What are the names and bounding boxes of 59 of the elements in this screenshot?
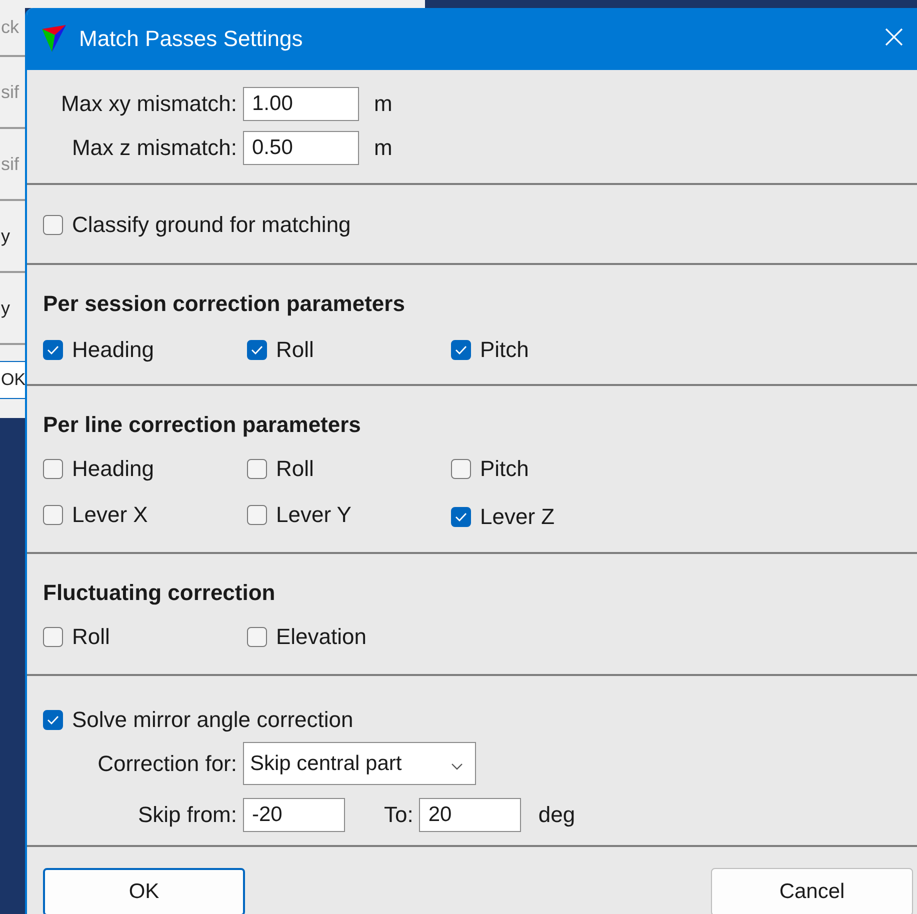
option-label: sif	[1, 82, 19, 102]
checkbox-label: Lever Z	[480, 505, 555, 529]
option-label: y	[1, 226, 10, 246]
checkbox-label: Lever Y	[276, 503, 352, 527]
checkbox[interactable]	[247, 340, 267, 360]
field-label: Max z mismatch:	[70, 135, 238, 161]
input-field[interactable]: 1.00	[243, 87, 359, 121]
checkbox[interactable]	[43, 215, 63, 235]
section-heading: Per session correction parameters	[43, 292, 406, 316]
checkmark-icon	[251, 345, 263, 355]
input-field[interactable]: 0.50	[243, 131, 359, 165]
checkbox[interactable]	[43, 459, 63, 479]
dropdown[interactable]: Skip central part	[243, 742, 476, 785]
checkbox[interactable]	[43, 627, 63, 647]
checkmark-icon	[455, 345, 467, 355]
input-field[interactable]: 20	[419, 798, 522, 832]
unit-label: m	[374, 135, 394, 161]
checkbox[interactable]	[451, 459, 471, 479]
checkbox-label: Pitch	[480, 338, 529, 362]
cancel-button[interactable]: Cancel	[711, 868, 913, 914]
checkbox[interactable]	[247, 505, 267, 525]
checkbox[interactable]	[43, 340, 63, 360]
checkbox-label: Roll	[276, 457, 314, 481]
option-label: ck	[1, 17, 19, 38]
chevron-down-icon	[451, 762, 463, 770]
checkbox[interactable]	[247, 459, 267, 479]
field-label: Correction for:	[96, 750, 238, 776]
checkbox-label: Heading	[72, 457, 154, 481]
checkbox-label: Lever X	[72, 503, 148, 527]
checkbox[interactable]	[43, 710, 63, 730]
checkbox[interactable]	[43, 505, 63, 525]
option-label: sif	[1, 154, 19, 174]
field-label: To:	[384, 802, 414, 828]
checkbox[interactable]	[247, 627, 267, 647]
section-heading: Fluctuating correction	[43, 581, 276, 605]
window-title: Match Passes Settings	[79, 26, 303, 52]
checkbox-label: Roll	[72, 625, 110, 649]
checkbox-label: Roll	[276, 338, 314, 362]
close-icon[interactable]	[885, 28, 903, 46]
ok-button[interactable]: OK	[0, 361, 25, 399]
field-label: Skip from:	[136, 802, 238, 828]
checkmark-icon	[47, 345, 59, 355]
app-icon	[41, 24, 67, 54]
checkbox-label: Solve mirror angle correction	[72, 708, 354, 732]
section-heading: Per line correction parameters	[43, 413, 362, 437]
ok-button[interactable]: OK	[43, 868, 245, 914]
checkbox[interactable]	[451, 507, 471, 527]
checkbox[interactable]	[451, 340, 471, 360]
unit-label: deg	[538, 802, 576, 828]
checkbox-label: Heading	[72, 338, 154, 362]
checkbox-label: Elevation	[276, 625, 367, 649]
field-label: Max xy mismatch:	[60, 91, 238, 117]
checkmark-icon	[47, 715, 59, 725]
option-label: y	[1, 298, 10, 318]
checkbox-label: Classify ground for matching	[72, 213, 351, 237]
checkbox-label: Pitch	[480, 457, 529, 481]
unit-label: m	[374, 91, 394, 117]
checkmark-icon	[455, 512, 467, 522]
input-field[interactable]: -20	[243, 798, 345, 832]
